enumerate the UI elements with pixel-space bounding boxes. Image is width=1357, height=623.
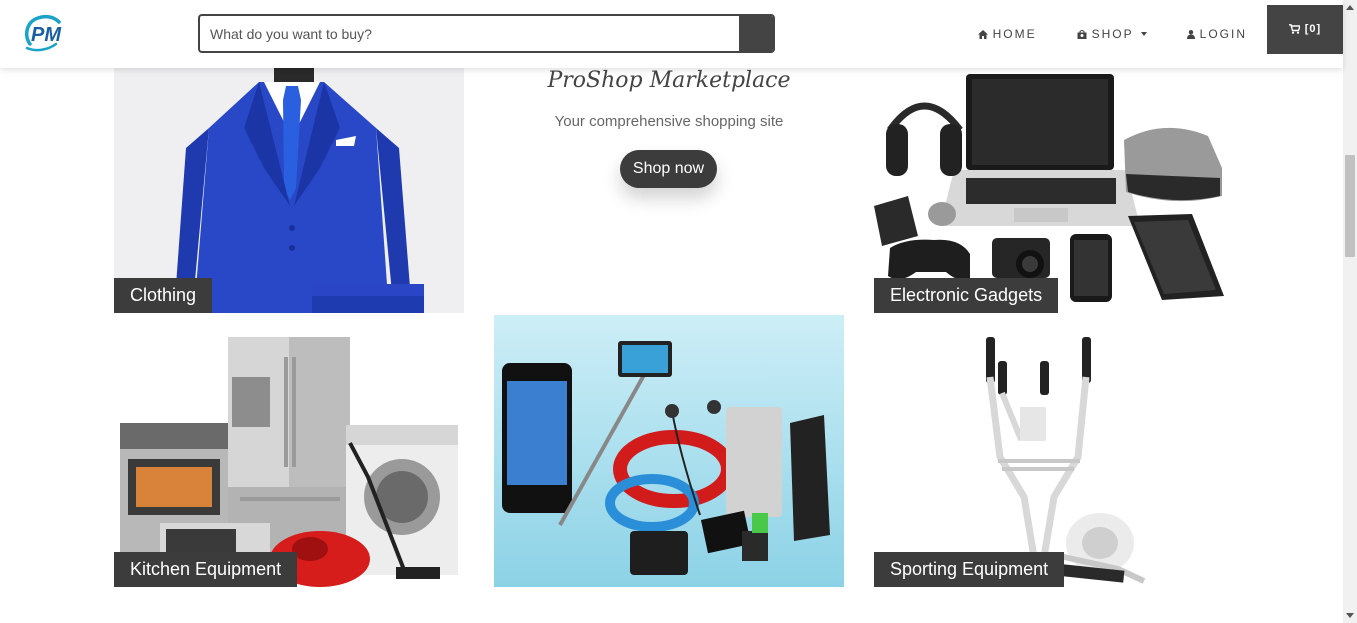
- search-bar: [198, 14, 775, 53]
- nav-links: HOME SHOP LOGIN [0]: [977, 0, 1343, 68]
- user-icon: [1186, 29, 1195, 39]
- cart-count: [0]: [1304, 23, 1322, 35]
- shop-now-button[interactable]: Shop now: [620, 150, 717, 188]
- category-tile-kitchen-equipment[interactable]: Kitchen Equipment: [114, 337, 464, 587]
- home-icon: [977, 29, 988, 39]
- gadgets-image: [874, 68, 1224, 313]
- shopping-bag-icon: [1077, 29, 1087, 39]
- cart-button[interactable]: [0]: [1267, 4, 1343, 54]
- category-label-sporting-equipment: Sporting Equipment: [874, 552, 1065, 587]
- nav-login-link[interactable]: LOGIN: [1186, 0, 1247, 68]
- category-tile-phone-accessories[interactable]: [494, 315, 844, 587]
- nav-login-label: LOGIN: [1199, 27, 1247, 41]
- shopping-cart-icon: [1288, 24, 1300, 34]
- elliptical-trainer-image: [874, 337, 1224, 587]
- brand-logo[interactable]: PM: [22, 14, 66, 52]
- hero-title: ProShop Marketplace: [547, 68, 791, 93]
- category-label-electronic-gadgets: Electronic Gadgets: [874, 278, 1059, 313]
- scroll-down-arrow-icon[interactable]: [1346, 613, 1354, 618]
- search-button[interactable]: [739, 16, 773, 51]
- phone-accessories-image: [494, 315, 844, 587]
- category-tile-electronic-gadgets[interactable]: Electronic Gadgets: [874, 68, 1224, 313]
- hero-subtitle: Your comprehensive shopping site: [554, 113, 784, 130]
- nav-shop-dropdown[interactable]: SHOP: [1077, 0, 1147, 68]
- page-scrollbar[interactable]: [1343, 0, 1357, 623]
- nav-home-link[interactable]: HOME: [977, 0, 1037, 68]
- chevron-down-icon: [1140, 32, 1147, 36]
- nav-shop-label: SHOP: [1091, 27, 1134, 41]
- suit-image: [114, 68, 464, 313]
- svg-text:PM: PM: [31, 24, 62, 46]
- top-navbar: PM HOME SHOP LOGIN: [0, 0, 1343, 68]
- appliances-image: [114, 337, 464, 587]
- category-label-kitchen-equipment: Kitchen Equipment: [114, 552, 298, 587]
- search-input[interactable]: [200, 16, 741, 51]
- nav-home-label: HOME: [992, 27, 1037, 41]
- category-tile-sporting-equipment[interactable]: Sporting Equipment: [874, 337, 1224, 587]
- hero-section: ProShop Marketplace Your comprehensive s…: [494, 68, 844, 248]
- scroll-thumb[interactable]: [1345, 155, 1355, 257]
- category-label-clothing: Clothing: [114, 278, 213, 313]
- scroll-up-arrow-icon[interactable]: [1346, 5, 1354, 10]
- category-tile-clothing[interactable]: Clothing: [114, 68, 464, 313]
